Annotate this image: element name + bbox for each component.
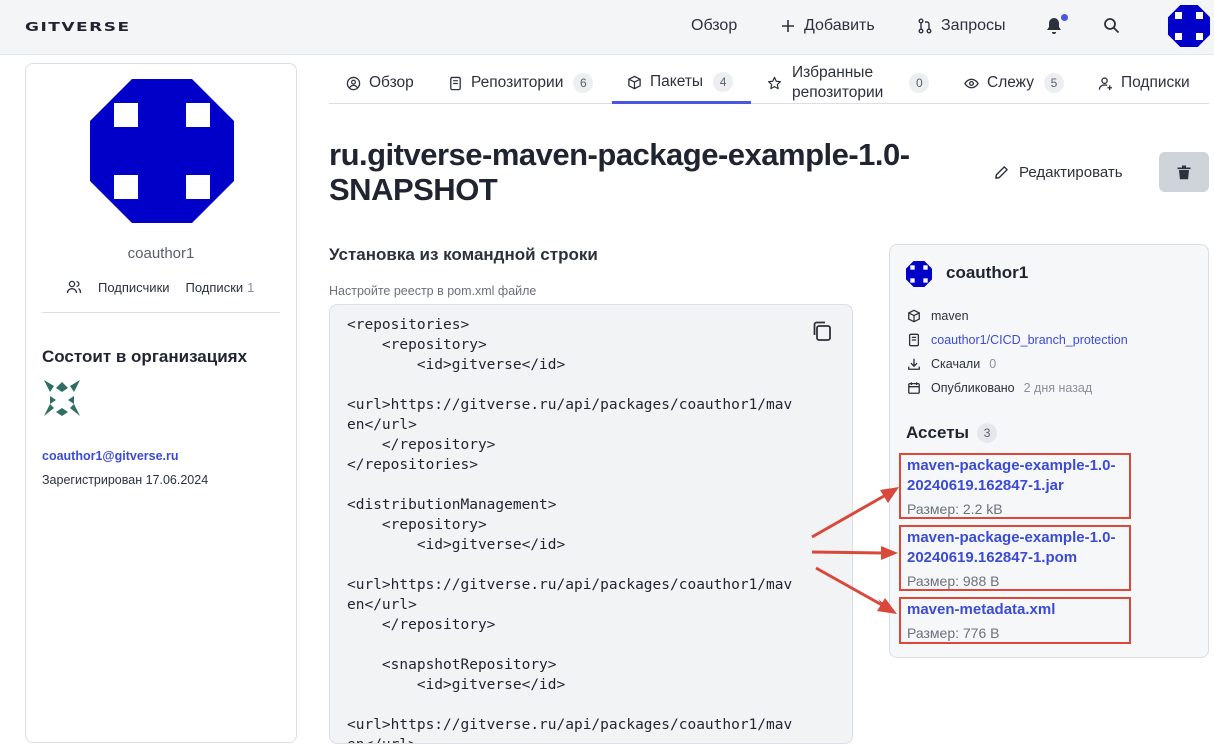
top-bar: GITVERSE Обзор Добавить Запросы xyxy=(0,0,1214,55)
trash-icon xyxy=(1177,165,1191,179)
package-repo-row: coauthor1/CICD_branch_protection xyxy=(907,333,1128,347)
email-link[interactable]: coauthor1@gitverse.ru xyxy=(42,449,179,463)
owner-name[interactable]: coauthor1 xyxy=(946,263,1028,283)
calendar-icon xyxy=(908,382,920,394)
eye-icon xyxy=(964,78,979,88)
tab-packages[interactable]: Пакеты 4 xyxy=(612,63,751,104)
asset-name-line1: maven-metadata.xml xyxy=(907,601,1056,618)
asset-size: Размер: 988 B xyxy=(907,573,1000,589)
repo-link[interactable]: coauthor1/CICD_branch_protection xyxy=(931,333,1128,347)
profile-avatar xyxy=(90,79,234,223)
tab-subscriptions[interactable]: Подписки xyxy=(1098,63,1190,103)
nav-requests[interactable]: Запросы xyxy=(917,15,1006,37)
user-avatar[interactable] xyxy=(1168,5,1210,47)
package-icon xyxy=(908,309,920,323)
owner-avatar[interactable] xyxy=(906,261,932,287)
search-icon[interactable] xyxy=(1103,17,1120,34)
tab-repositories[interactable]: Репозитории 6 xyxy=(448,63,594,103)
downloads-label: Скачали xyxy=(931,357,981,371)
following-count: 1 xyxy=(247,279,255,295)
gitverse-logo[interactable]: GITVERSE xyxy=(25,20,131,35)
tab-starred-count: 0 xyxy=(909,73,930,93)
tab-repositories-label: Репозитории xyxy=(471,74,564,91)
nav-add-label: Добавить xyxy=(804,17,875,34)
nav-requests-label: Запросы xyxy=(941,17,1006,34)
repo-icon xyxy=(450,76,461,90)
plus-icon xyxy=(782,20,794,32)
published-date: 2 дня назад xyxy=(1023,381,1093,395)
asset-name[interactable]: maven-metadata.xml xyxy=(907,600,1123,620)
profile-username: coauthor1 xyxy=(127,245,195,262)
organization-logo[interactable] xyxy=(42,378,82,418)
bell-icon[interactable] xyxy=(1045,16,1063,36)
tab-starred[interactable]: Избранные репозитории 0 xyxy=(767,63,930,103)
tab-overview[interactable]: Обзор xyxy=(346,63,414,103)
tab-repositories-count: 6 xyxy=(573,73,594,93)
assets-heading: Ассеты 3 xyxy=(906,423,998,443)
tab-packages-label: Пакеты xyxy=(650,73,704,90)
star-icon xyxy=(767,76,782,89)
published-label: Опубликовано xyxy=(931,381,1015,395)
orgs-heading: Состоит в организациях xyxy=(42,347,248,366)
tab-starred-label-2: репозитории xyxy=(792,84,884,101)
edit-button[interactable]: Редактировать xyxy=(986,152,1131,192)
tab-watching[interactable]: Слежу 5 xyxy=(964,63,1064,103)
asset-size: Размер: 776 B xyxy=(907,625,1000,641)
code-content: <repositories> <repository> <id>gitverse… xyxy=(347,317,793,743)
delete-button[interactable] xyxy=(1159,152,1209,192)
asset-name[interactable]: maven-package-example-1.0- 20240619.1628… xyxy=(907,528,1123,568)
install-hint: Настройте реестр в pom.xml файле xyxy=(329,284,537,298)
asset-item[interactable]: maven-package-example-1.0- 20240619.1628… xyxy=(899,453,1131,519)
tab-watching-count: 5 xyxy=(1043,73,1064,93)
followers-row: Подписчики Подписки 1 xyxy=(66,279,254,295)
profile-tabs: Обзор Репозитории 6 Пакеты 4 Избранные р… xyxy=(329,63,1209,104)
download-icon xyxy=(908,358,920,370)
asset-name[interactable]: maven-package-example-1.0- 20240619.1628… xyxy=(907,456,1123,496)
pencil-icon xyxy=(995,165,1008,179)
pull-request-icon xyxy=(918,18,932,34)
repo-icon xyxy=(908,333,920,347)
person-add-icon xyxy=(1098,76,1113,90)
nav-overview[interactable]: Обзор xyxy=(691,15,737,37)
overview-icon xyxy=(346,76,361,90)
package-type-row: maven xyxy=(907,309,969,323)
nav-overview-label: Обзор xyxy=(691,17,738,34)
package-type: maven xyxy=(931,309,969,323)
asset-name-line1: maven-package-example-1.0- xyxy=(907,529,1116,546)
asset-item[interactable]: maven-package-example-1.0- 20240619.1628… xyxy=(899,525,1131,591)
published-row: Опубликовано 2 дня назад xyxy=(907,381,1092,395)
copy-icon[interactable] xyxy=(811,320,833,342)
notification-dot xyxy=(1061,14,1068,21)
assets-count: 3 xyxy=(977,423,998,443)
following-link[interactable]: Подписки xyxy=(186,280,244,295)
nav-add[interactable]: Добавить xyxy=(780,15,875,37)
asset-name-line2: 20240619.162847-1.jar xyxy=(907,477,1064,494)
code-block: <repositories> <repository> <id>gitverse… xyxy=(329,304,853,744)
package-title: ru.gitverse-maven-package-example-1.0-SN… xyxy=(329,137,910,207)
asset-size: Размер: 2.2 kB xyxy=(907,501,1003,517)
asset-name-line2: 20240619.162847-1.pom xyxy=(907,549,1078,566)
tab-starred-label-1: Избранные xyxy=(792,64,874,81)
asset-item[interactable]: maven-metadata.xml Размер: 776 B xyxy=(899,597,1131,644)
followers-link[interactable]: Подписчики xyxy=(98,280,170,295)
downloads-row: Скачали 0 xyxy=(907,357,996,371)
tab-watching-label: Слежу xyxy=(987,74,1034,91)
asset-name-line1: maven-package-example-1.0- xyxy=(907,457,1116,474)
package-info-card: coauthor1 maven coauthor1/CICD_branch_pr… xyxy=(889,244,1209,658)
tab-overview-label: Обзор xyxy=(369,74,414,91)
registered-date: Зарегистрирован 17.06.2024 xyxy=(42,473,209,487)
edit-button-label: Редактировать xyxy=(1019,163,1123,181)
people-icon xyxy=(66,280,82,294)
tab-subscriptions-label: Подписки xyxy=(1121,74,1190,91)
tab-packages-count: 4 xyxy=(713,72,734,92)
downloads-count: 0 xyxy=(989,357,997,371)
profile-card: coauthor1 Подписчики Подписки 1 Состоит … xyxy=(25,63,297,743)
install-heading: Установка из командной строки xyxy=(329,245,598,264)
assets-title: Ассеты xyxy=(906,423,970,442)
divider xyxy=(42,312,280,313)
package-icon xyxy=(628,75,641,89)
